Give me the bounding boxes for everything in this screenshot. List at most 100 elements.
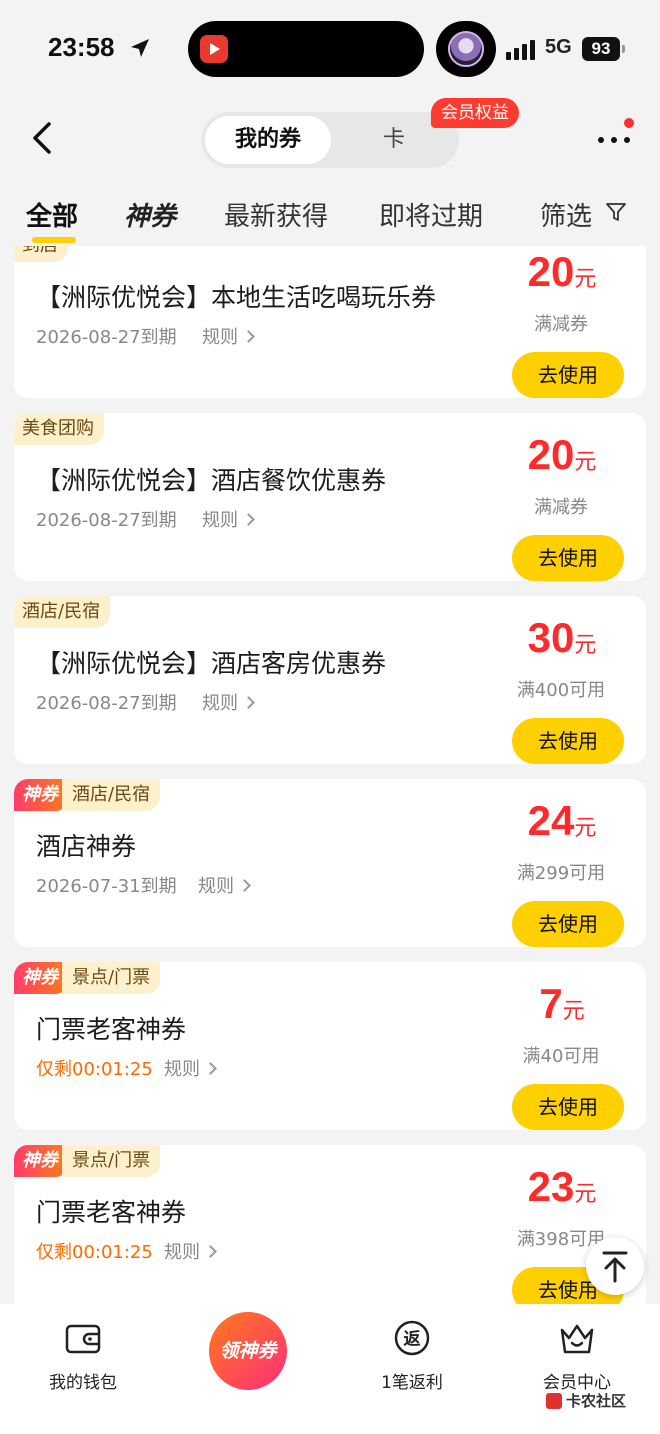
rebate-icon: 返 bbox=[394, 1320, 430, 1356]
coupon-title: 酒店神券 bbox=[36, 832, 137, 861]
category-tag: 酒店/民宿 bbox=[14, 596, 111, 628]
category-tag: 酒店/民宿 bbox=[62, 779, 161, 811]
coupon-condition: 满40可用 bbox=[522, 1046, 600, 1067]
use-button[interactable]: 去使用 bbox=[512, 718, 624, 764]
nav-member-center[interactable]: 会员中心 bbox=[517, 1318, 637, 1393]
rule-link[interactable]: 规则 bbox=[202, 689, 253, 715]
countdown-text: 仅剩00:01:25 bbox=[36, 1055, 153, 1081]
watermark-name: 卡农社区 bbox=[566, 1392, 627, 1410]
coupon-title: 【洲际优悦会】酒店客房优惠券 bbox=[36, 649, 387, 678]
nav-wallet-label: 我的钱包 bbox=[49, 1373, 117, 1393]
dynamic-island bbox=[188, 21, 424, 77]
coupon-list: 到店 【洲际优悦会】本地生活吃喝玩乐券 2026-08-27到期 规则 20元 … bbox=[0, 246, 660, 1304]
coupon-card: 到店 【洲际优悦会】本地生活吃喝玩乐券 2026-08-27到期 规则 20元 … bbox=[14, 246, 646, 398]
shen-coupon-tag: 神券 bbox=[14, 1145, 66, 1177]
member-benefits-badge[interactable]: 会员权益 bbox=[431, 98, 519, 128]
tab-shen-coupons[interactable]: 神券 bbox=[124, 196, 176, 233]
clock: 23:58 bbox=[48, 32, 115, 62]
nav-rebate[interactable]: 返 1笔返利 bbox=[352, 1318, 472, 1393]
island-avatar bbox=[436, 21, 496, 77]
watermark: 卡农社区 bbox=[546, 1390, 626, 1411]
amount-value: 30 bbox=[527, 614, 575, 661]
tab-all[interactable]: 全部 bbox=[26, 196, 78, 233]
coupon-condition: 满减券 bbox=[534, 314, 588, 335]
coupon-title: 门票老客神券 bbox=[36, 1198, 187, 1227]
currency-unit: 元 bbox=[562, 999, 585, 1024]
currency-unit: 元 bbox=[574, 1182, 597, 1207]
status-bar: 23:58 5G 93 bbox=[0, 0, 660, 96]
back-arrow-icon[interactable] bbox=[24, 118, 64, 158]
use-button[interactable]: 去使用 bbox=[512, 901, 624, 947]
countdown-text: 仅剩00:01:25 bbox=[36, 1238, 153, 1264]
tag-row: 到店 bbox=[14, 246, 68, 262]
coupon-amount: 20元 bbox=[502, 431, 622, 479]
use-button[interactable]: 去使用 bbox=[512, 352, 624, 398]
use-button[interactable]: 去使用 bbox=[512, 535, 624, 581]
amount-value: 20 bbox=[527, 431, 575, 478]
coupon-amount: 30元 bbox=[502, 614, 622, 662]
expiry-text: 2026-08-27到期 bbox=[36, 693, 177, 714]
coupon-condition: 满299可用 bbox=[516, 863, 606, 884]
coupon-card: 神券 景点/门票 门票老客神券 仅剩00:01:25 规则 7元 满40可用 去… bbox=[14, 962, 646, 1130]
tag-row: 神券 酒店/民宿 bbox=[14, 779, 161, 811]
coupon-amount: 23元 bbox=[502, 1163, 622, 1211]
nav-wallet[interactable]: 我的钱包 bbox=[23, 1318, 143, 1393]
category-tag: 景点/门票 bbox=[62, 1145, 161, 1177]
bottom-nav: 我的钱包 领神券 返 1笔返利 会员中心 卡农社区 bbox=[0, 1304, 660, 1434]
rule-link[interactable]: 规则 bbox=[164, 1055, 215, 1081]
tab-latest[interactable]: 最新获得 bbox=[224, 196, 328, 233]
more-options-icon[interactable] bbox=[594, 126, 634, 156]
amount-value: 20 bbox=[527, 248, 575, 295]
coupon-card: 神券 酒店/民宿 酒店神券 2026-07-31到期 规则 24元 满299可用… bbox=[14, 779, 646, 947]
rule-link[interactable]: 规则 bbox=[202, 506, 253, 532]
coupon-condition: 满400可用 bbox=[516, 680, 606, 701]
network-type: 5G bbox=[545, 36, 572, 58]
tab-expiring[interactable]: 即将过期 bbox=[379, 196, 483, 233]
rebate-icon-glyph: 返 bbox=[404, 1330, 421, 1350]
location-arrow-icon bbox=[131, 39, 149, 57]
tag-row: 神券 景点/门票 bbox=[14, 1145, 161, 1177]
filter-button[interactable]: 筛选 bbox=[540, 196, 592, 233]
coupon-card-switch: 我的券 卡 bbox=[201, 112, 459, 168]
nav-rebate-label: 1笔返利 bbox=[381, 1373, 443, 1393]
use-button[interactable]: 去使用 bbox=[512, 1084, 624, 1130]
crown-bag-icon bbox=[560, 1324, 594, 1354]
coupon-card: 美食团购 【洲际优悦会】酒店餐饮优惠券 2026-08-27到期 规则 20元 … bbox=[14, 413, 646, 581]
shen-coupon-tag: 神券 bbox=[14, 962, 66, 994]
expiry-text: 2026-08-27到期 bbox=[36, 510, 177, 531]
countdown-value: 仅剩00:01:25 bbox=[36, 1242, 153, 1263]
tag-row: 美食团购 bbox=[14, 413, 104, 445]
back-to-top-button[interactable] bbox=[586, 1237, 644, 1295]
battery-tip bbox=[622, 45, 625, 53]
shen-coupon-tag: 神券 bbox=[14, 779, 66, 811]
notification-dot bbox=[624, 118, 634, 128]
get-shen-coupon-button[interactable]: 领神券 bbox=[209, 1312, 287, 1390]
currency-unit: 元 bbox=[574, 450, 597, 475]
expiry-text: 2026-08-27到期 bbox=[36, 327, 177, 348]
coupon-amount: 24元 bbox=[502, 797, 622, 845]
wallet-icon bbox=[65, 1324, 101, 1354]
category-tag: 到店 bbox=[14, 246, 68, 262]
coupon-title: 【洲际优悦会】本地生活吃喝玩乐券 bbox=[36, 283, 437, 312]
arrow-up-to-top-icon bbox=[602, 1251, 628, 1283]
watermark-logo-icon bbox=[546, 1393, 562, 1409]
tag-row: 神券 景点/门票 bbox=[14, 962, 161, 994]
amount-value: 7 bbox=[539, 980, 563, 1027]
category-tag: 景点/门票 bbox=[62, 962, 161, 994]
coupon-condition: 满减券 bbox=[534, 497, 588, 518]
coupon-title: 门票老客神券 bbox=[36, 1015, 187, 1044]
rule-link[interactable]: 规则 bbox=[164, 1238, 215, 1264]
avatar bbox=[448, 31, 484, 67]
coupon-amount: 20元 bbox=[502, 248, 622, 296]
amount-value: 23 bbox=[527, 1163, 575, 1210]
battery-icon: 93 bbox=[582, 37, 620, 61]
coupon-title: 【洲际优悦会】酒店餐饮优惠券 bbox=[36, 466, 387, 495]
tab-my-coupons[interactable]: 我的券 bbox=[205, 116, 331, 164]
coupon-card: 酒店/民宿 【洲际优悦会】酒店客房优惠券 2026-08-27到期 规则 30元… bbox=[14, 596, 646, 764]
expiry-text: 2026-07-31到期 bbox=[36, 876, 177, 897]
currency-unit: 元 bbox=[574, 633, 597, 658]
category-tag: 美食团购 bbox=[14, 413, 104, 445]
tag-row: 酒店/民宿 bbox=[14, 596, 111, 628]
rule-link[interactable]: 规则 bbox=[198, 872, 249, 898]
rule-link[interactable]: 规则 bbox=[202, 323, 253, 349]
